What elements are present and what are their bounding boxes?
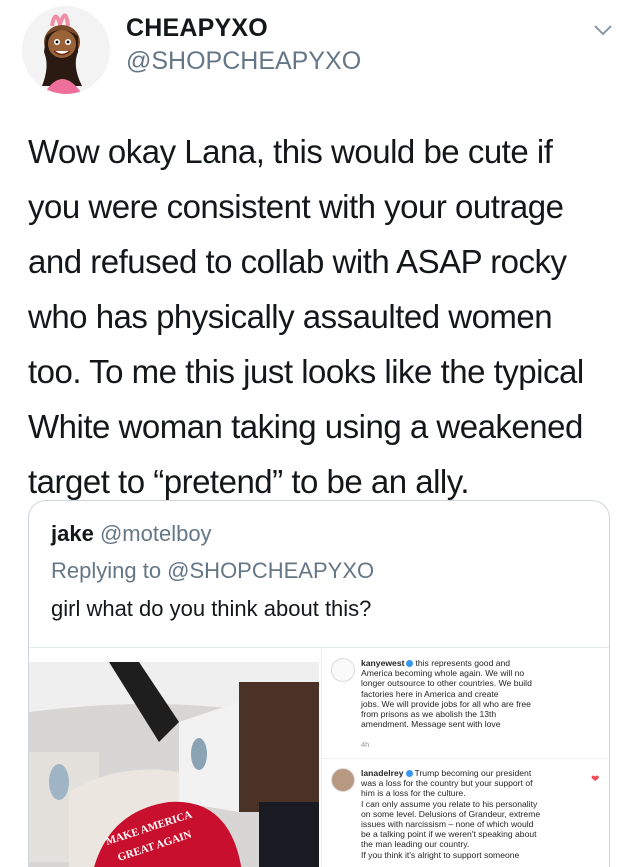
comment-line: the man leading our country. bbox=[361, 839, 470, 850]
attached-image[interactable]: MAKE AMERICA GREAT AGAIN kanyewest this r… bbox=[29, 647, 609, 867]
tweet-line: White woman taking using a weakened bbox=[28, 408, 583, 445]
comment-line: I can only assume you relate to his pers… bbox=[361, 798, 538, 809]
comment-username[interactable]: kanyewest bbox=[361, 658, 404, 668]
comment-line: issues with narcissism – none of which w… bbox=[361, 819, 534, 830]
quoted-text: girl what do you think about this? bbox=[51, 596, 372, 621]
comment-line: jobs. We will provide jobs for all who a… bbox=[361, 698, 531, 709]
quoted-tweet-header: jake @motelboy bbox=[51, 521, 212, 547]
verified-badge-icon bbox=[405, 770, 413, 778]
tweet-line: too. To me this just looks like the typi… bbox=[28, 353, 584, 390]
comment-line: amendment. Message sent with love bbox=[361, 719, 501, 730]
comment-username[interactable]: lanadelrey bbox=[361, 768, 404, 778]
quoted-handle[interactable]: @motelboy bbox=[100, 521, 212, 546]
comment-line: from prisons as we abolish the 13th bbox=[361, 709, 497, 720]
comment-line: longer outsource to other countries. We … bbox=[361, 678, 532, 689]
comment-divider bbox=[321, 758, 609, 759]
instagram-comments-2: lanadelrey Trump becoming our president w… bbox=[321, 760, 609, 867]
quoted-display-name[interactable]: jake bbox=[51, 521, 94, 546]
comment-line: America becoming whole again. We will no bbox=[361, 668, 525, 679]
divider bbox=[321, 760, 322, 867]
airplane-cabin-photo: MAKE AMERICA GREAT AGAIN bbox=[29, 662, 319, 867]
comment-line: him is a loss for the culture. bbox=[361, 788, 466, 799]
tweet-line: and refused to collab with ASAP rocky bbox=[28, 243, 567, 280]
kanyewest-avatar[interactable] bbox=[331, 658, 355, 682]
tweet-text: Wow okay Lana, this would be cute if you… bbox=[28, 124, 618, 509]
comment-line: Trump becoming our president bbox=[414, 768, 532, 778]
lanadelrey-avatar[interactable] bbox=[331, 768, 355, 792]
tweet-line: you were consistent with your outrage bbox=[28, 188, 564, 225]
verified-badge-icon bbox=[406, 660, 414, 668]
heart-icon[interactable]: ❤ bbox=[591, 774, 599, 785]
replying-to[interactable]: Replying to @SHOPCHEAPYXO bbox=[51, 558, 374, 584]
comment-line: this represents good and bbox=[415, 658, 511, 668]
tweet-line: Wow okay Lana, this would be cute if bbox=[28, 133, 553, 170]
comment-line: be a talking point if we weren't speakin… bbox=[361, 829, 537, 840]
cartoon-avatar-icon[interactable] bbox=[22, 6, 110, 94]
quoted-tweet[interactable]: jake @motelboy Replying to @SHOPCHEAPYXO… bbox=[28, 500, 610, 867]
comment-line: factories here in America and create bbox=[361, 688, 499, 699]
comment-line: If you think it's alright to support som… bbox=[361, 849, 520, 860]
user-handle[interactable]: @SHOPCHEAPYXO bbox=[126, 47, 361, 76]
comment-line: on some level. Delusions of Grandeur, ex… bbox=[361, 808, 541, 819]
comment-line: was a loss for the country but your supp… bbox=[361, 778, 533, 789]
chevron-down-icon[interactable] bbox=[590, 20, 616, 40]
tweet-header: CHEAPYXO @SHOPCHEAPYXO bbox=[0, 0, 637, 100]
comment-lanadelrey: lanadelrey Trump becoming our president w… bbox=[361, 768, 591, 860]
comment-kanyewest: kanyewest this represents good and Americ… bbox=[361, 658, 591, 729]
tweet-line: who has physically assaulted women bbox=[28, 298, 553, 335]
comment-timestamp: 4h bbox=[361, 740, 370, 749]
display-name[interactable]: CHEAPYXO bbox=[126, 14, 268, 43]
